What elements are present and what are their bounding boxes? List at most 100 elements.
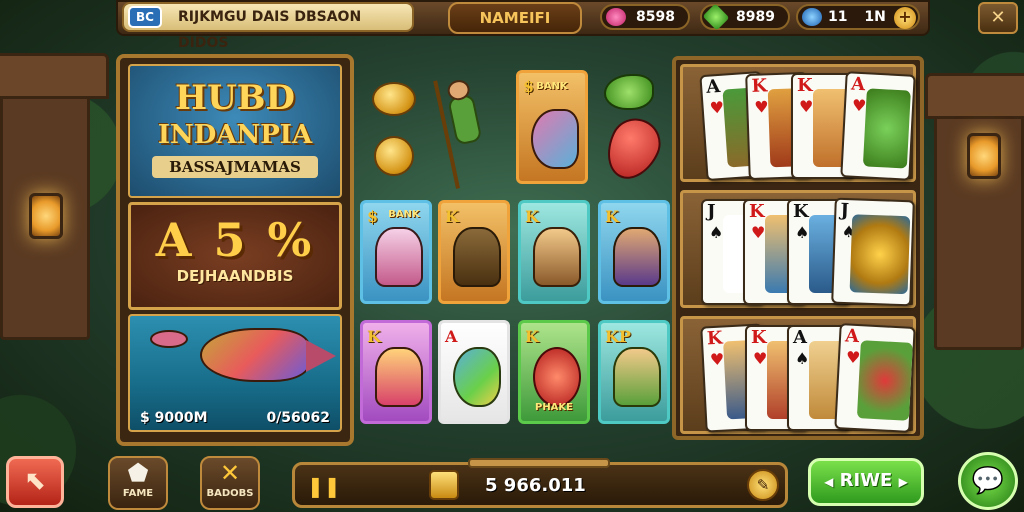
fish-icon (453, 347, 501, 407)
card-rank: K (751, 327, 767, 348)
tile-corner: K (525, 207, 539, 226)
tile-corner: A (445, 327, 458, 346)
card-rank: J (840, 199, 850, 222)
promo-title-line1: HUBD (175, 78, 295, 118)
wrench-icon: ✕ (990, 7, 1006, 28)
grid-tile[interactable]: K (438, 200, 510, 304)
grid-tile[interactable]: K (598, 200, 670, 304)
promo-bonus-box: A 5 % DEJHAANDBIS (128, 202, 342, 310)
tile-corner: KP (605, 327, 631, 346)
card-rank: A (850, 73, 866, 96)
bet-chip-icon[interactable] (429, 470, 459, 500)
fish-scene: $ 9000M 0/56062 (128, 314, 342, 432)
gold-coin-icon[interactable] (372, 82, 416, 116)
bet-bar-ornament (468, 458, 610, 468)
green-fish-icon[interactable] (604, 74, 654, 110)
emerald-icon (702, 3, 730, 31)
card-rank: K (751, 75, 768, 97)
villager-icon (375, 347, 423, 407)
gem-icon (606, 8, 626, 26)
grid-tile[interactable]: K PHAKE (518, 320, 590, 424)
playing-card[interactable]: A ♥ (840, 71, 916, 181)
heart-icon: ♥ (851, 95, 867, 116)
bonus-label: BADOBS (206, 488, 254, 499)
home-button[interactable]: ⬟ FAME (108, 456, 168, 510)
promo-header: HUBD INDANPIA BASSAJMAMAS (128, 64, 342, 198)
chat-button[interactable]: 💬 (958, 452, 1018, 510)
cards-panel: A ♥ K ♥ K ♥ A ♥ J ♠ K ♥ K ♠ J ♠ K ♥ K ♥ … (672, 56, 924, 440)
squid-icon (375, 227, 423, 287)
card-art (856, 340, 913, 421)
pause-button[interactable]: ❚❚ (307, 474, 341, 498)
back-button[interactable]: ⬉ (6, 456, 64, 508)
gold-coin-icon[interactable] (374, 136, 414, 176)
heart-icon: ♥ (751, 223, 766, 242)
tile-corner: K (525, 327, 539, 346)
hunter-icon (613, 347, 661, 407)
emerald-value: 8989 (736, 9, 775, 25)
game-title: RIJKMGU DAIS DBSAON DIDOS (178, 9, 362, 51)
card-rank: K (706, 327, 724, 350)
grid-tile[interactable]: $ BANK (360, 200, 432, 304)
promo-panel[interactable]: HUBD INDANPIA BASSAJMAMAS A 5 % DEJHAAND… (116, 54, 354, 446)
coins-counter: 11 1N + (796, 4, 920, 30)
balance-value: 5 966.011 (485, 475, 586, 496)
card-rank: J (707, 201, 716, 222)
card-rank: A (793, 327, 807, 348)
spade-icon: ♠ (795, 223, 810, 242)
play-arrow-icon: ▶ (898, 475, 908, 489)
promo-subtitle: DEJHAANDBIS (176, 267, 294, 285)
lure-icon[interactable] (597, 110, 669, 188)
tile-caption: PHAKE (534, 402, 574, 413)
fish-icon (531, 109, 579, 169)
back-arrow-icon: ⬉ (24, 466, 46, 496)
card-rank: K (797, 75, 813, 96)
fisherman-icon[interactable] (433, 69, 513, 189)
coins-value-b: 1N (864, 9, 886, 25)
add-coins-button[interactable]: + (894, 7, 916, 29)
promo-title-line2: INDANPIA (157, 120, 313, 150)
card-row: A ♥ K ♥ K ♥ A ♥ (680, 64, 916, 182)
card-rank: A (844, 325, 860, 348)
bet-bar: ❚❚ 5 966.011 ✎ (292, 462, 788, 508)
grid-tile[interactable]: KP (598, 320, 670, 424)
settings-button[interactable]: ✕ (978, 2, 1018, 34)
emerald-counter[interactable]: 8989 (700, 3, 790, 31)
coins-value-a: 11 (828, 9, 848, 25)
red-fish-icon (533, 347, 581, 407)
heart-icon: ♥ (754, 97, 769, 117)
playing-card[interactable]: A ♥ (834, 323, 916, 433)
bonus-button[interactable]: ✕ BADOBS (200, 456, 260, 510)
gems-counter[interactable]: 8598 (600, 4, 690, 30)
spin-label: RIWE (839, 470, 893, 491)
big-fish-icon (200, 328, 336, 382)
home-icon: ⬟ (127, 459, 149, 487)
bank-tile[interactable]: $ BANK (516, 70, 588, 184)
playing-card[interactable]: J ♠ (831, 197, 915, 307)
promo-footer: $ 9000M 0/56062 (130, 410, 340, 426)
coin-icon (802, 8, 822, 26)
card-rank: A (705, 75, 721, 98)
card-rank: K (793, 201, 809, 222)
tile-corner: K (445, 207, 459, 226)
grid-tile[interactable]: K (518, 200, 590, 304)
promo-title-line3: BASSAJMAMAS (152, 156, 318, 178)
promo-footer-left: $ 9000M (140, 410, 208, 426)
app-badge[interactable]: BC (128, 6, 162, 28)
promo-percent: A 5 % (155, 213, 315, 267)
spade-icon: ♠ (795, 349, 810, 368)
tile-corner: K (605, 207, 619, 226)
boat-man-icon (533, 227, 581, 287)
grid-tile[interactable]: K (360, 320, 432, 424)
fishing-rod-icon (453, 227, 501, 287)
tile-caption: BANK (536, 81, 568, 92)
heart-icon: ♥ (753, 349, 768, 368)
player-name-plate[interactable]: NAMEIFI (448, 2, 582, 34)
grid-tile[interactable]: A (438, 320, 510, 424)
tile-caption: BANK (388, 209, 420, 220)
lantern-icon (967, 133, 1001, 179)
home-label: FAME (122, 488, 154, 499)
edit-bet-button[interactable]: ✎ (747, 469, 779, 501)
spin-button[interactable]: ◀ RIWE ▶ (808, 458, 924, 506)
gems-value: 8598 (636, 9, 675, 25)
